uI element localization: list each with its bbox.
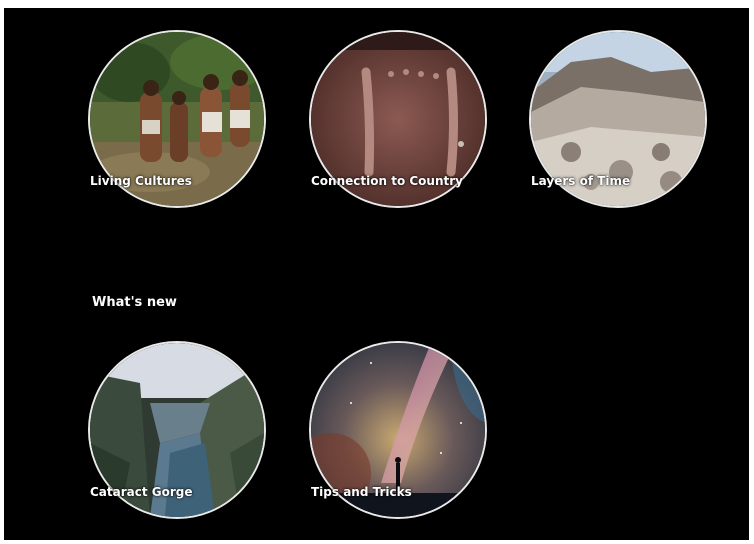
- card-layers-of-time[interactable]: Layers of Time: [529, 30, 707, 208]
- whats-new-heading: What's new: [92, 295, 177, 310]
- card-living-cultures[interactable]: Living Cultures: [88, 30, 266, 208]
- card-label-connection-to-country: Connection to Country: [311, 174, 463, 188]
- app-screen: Living Cultures Connection to Country La…: [4, 8, 749, 540]
- card-tips-and-tricks[interactable]: Tips and Tricks: [309, 341, 487, 519]
- card-label-layers-of-time: Layers of Time: [531, 174, 631, 188]
- card-connection-to-country[interactable]: Connection to Country: [309, 30, 487, 208]
- card-cataract-gorge[interactable]: Cataract Gorge: [88, 341, 266, 519]
- card-label-living-cultures: Living Cultures: [90, 174, 192, 188]
- card-label-tips-and-tricks: Tips and Tricks: [311, 485, 412, 499]
- card-label-cataract-gorge: Cataract Gorge: [90, 485, 193, 499]
